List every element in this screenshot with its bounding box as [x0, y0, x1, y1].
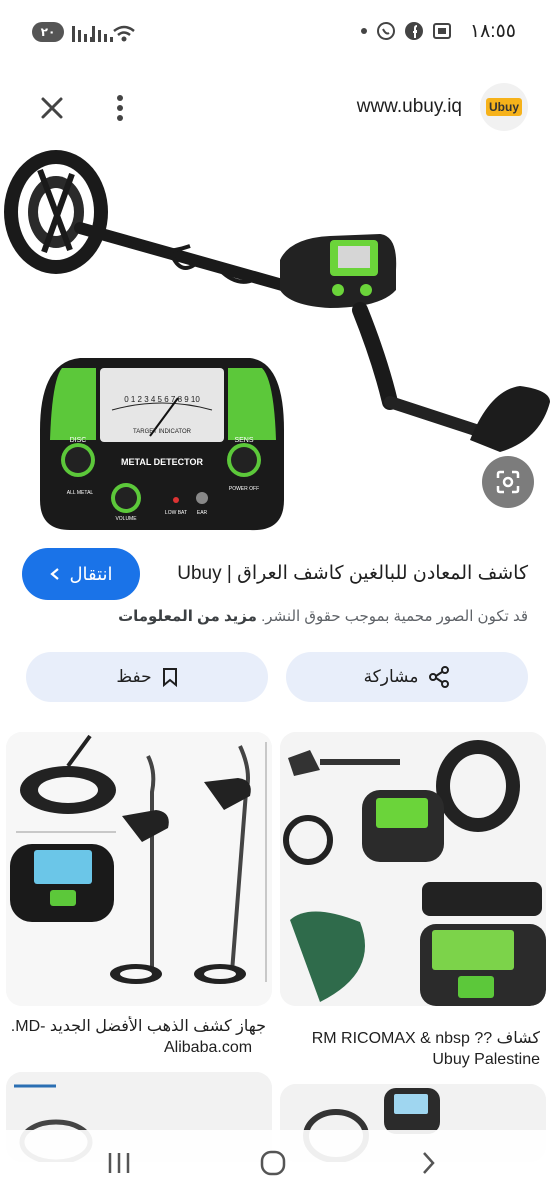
- status-bar: ٢٠ ١٨:٥٥: [0, 0, 552, 62]
- signal-icon-2: [92, 26, 113, 42]
- save-button[interactable]: حفظ: [26, 652, 268, 702]
- sens-label: SENS: [234, 437, 253, 444]
- recent-apps-icon[interactable]: [104, 1150, 134, 1176]
- all-metal-label: ALL METAL: [67, 490, 94, 496]
- url-bar: www.ubuy.iq Ubuy: [0, 78, 552, 136]
- chevron-left-icon: [50, 568, 60, 580]
- lens-button[interactable]: [482, 456, 534, 508]
- site-logo: Ubuy: [480, 83, 528, 131]
- hero-image[interactable]: 0 1 2 3 4 5 6 7 8 9 10 TARGET INDICATOR …: [0, 140, 552, 540]
- back-icon[interactable]: [416, 1150, 440, 1176]
- target-indicator-label: TARGET INDICATOR: [133, 429, 192, 435]
- related-source-1[interactable]: Alibaba.com: [164, 1039, 252, 1057]
- volume-label: VOLUME: [115, 516, 137, 522]
- related-source-2[interactable]: Ubuy Palestine: [432, 1051, 540, 1069]
- url-text[interactable]: www.ubuy.iq: [357, 96, 462, 118]
- goto-label: انتقال: [69, 563, 113, 584]
- screenshot-icon: [433, 23, 451, 39]
- share-label: مشاركة: [363, 667, 419, 686]
- share-button[interactable]: مشاركة: [286, 652, 528, 702]
- system-nav-bar: [0, 1130, 552, 1196]
- goto-button[interactable]: انتقال: [22, 548, 140, 600]
- wifi-icon: [113, 25, 135, 42]
- share-icon: [429, 666, 450, 688]
- related-image-1[interactable]: [6, 732, 272, 1006]
- lens-icon: [496, 470, 520, 494]
- copyright-text: قد تكون الصور محمية بموجب حقوق النشر.: [261, 608, 528, 625]
- result-title[interactable]: كاشف المعادن للبالغين كاشف العراق | Ubuy: [177, 562, 528, 585]
- related-image-2[interactable]: [280, 732, 546, 1006]
- low-bat-label: LOW BAT: [165, 510, 187, 516]
- related-title-1[interactable]: جهاز كشف الذهب الأفضل الجديد -MD...: [12, 1016, 266, 1036]
- battery-badge: ٢٠: [32, 22, 64, 42]
- result-title-row: انتقال كاشف المعادن للبالغين كاشف العراق…: [0, 548, 552, 604]
- related-title-2[interactable]: كشاف ?? RM RICOMAX & nbsp: [286, 1028, 540, 1048]
- signal-icon: [72, 26, 93, 42]
- close-icon[interactable]: [34, 90, 70, 126]
- more-options-icon[interactable]: [108, 90, 132, 126]
- clock: ١٨:٥٥: [469, 21, 516, 42]
- home-icon[interactable]: [258, 1148, 288, 1178]
- ear-label: EAR: [197, 510, 208, 516]
- disc-label: DISC: [70, 437, 87, 444]
- copyright-note: قد تكون الصور محمية بموجب حقوق النشر. مز…: [118, 607, 528, 625]
- save-label: حفظ: [116, 667, 152, 686]
- bookmark-icon: [162, 668, 177, 687]
- dot-icon: [361, 28, 367, 34]
- panel-label: METAL DETECTOR: [121, 457, 204, 467]
- notification-icons: [360, 21, 452, 41]
- power-off-label: POWER OFF: [229, 486, 259, 492]
- site-logo-text: Ubuy: [486, 98, 522, 116]
- facebook-icon: [405, 22, 423, 40]
- more-info-link[interactable]: مزيد من المعلومات: [118, 608, 257, 625]
- whatsapp-icon: [377, 22, 395, 40]
